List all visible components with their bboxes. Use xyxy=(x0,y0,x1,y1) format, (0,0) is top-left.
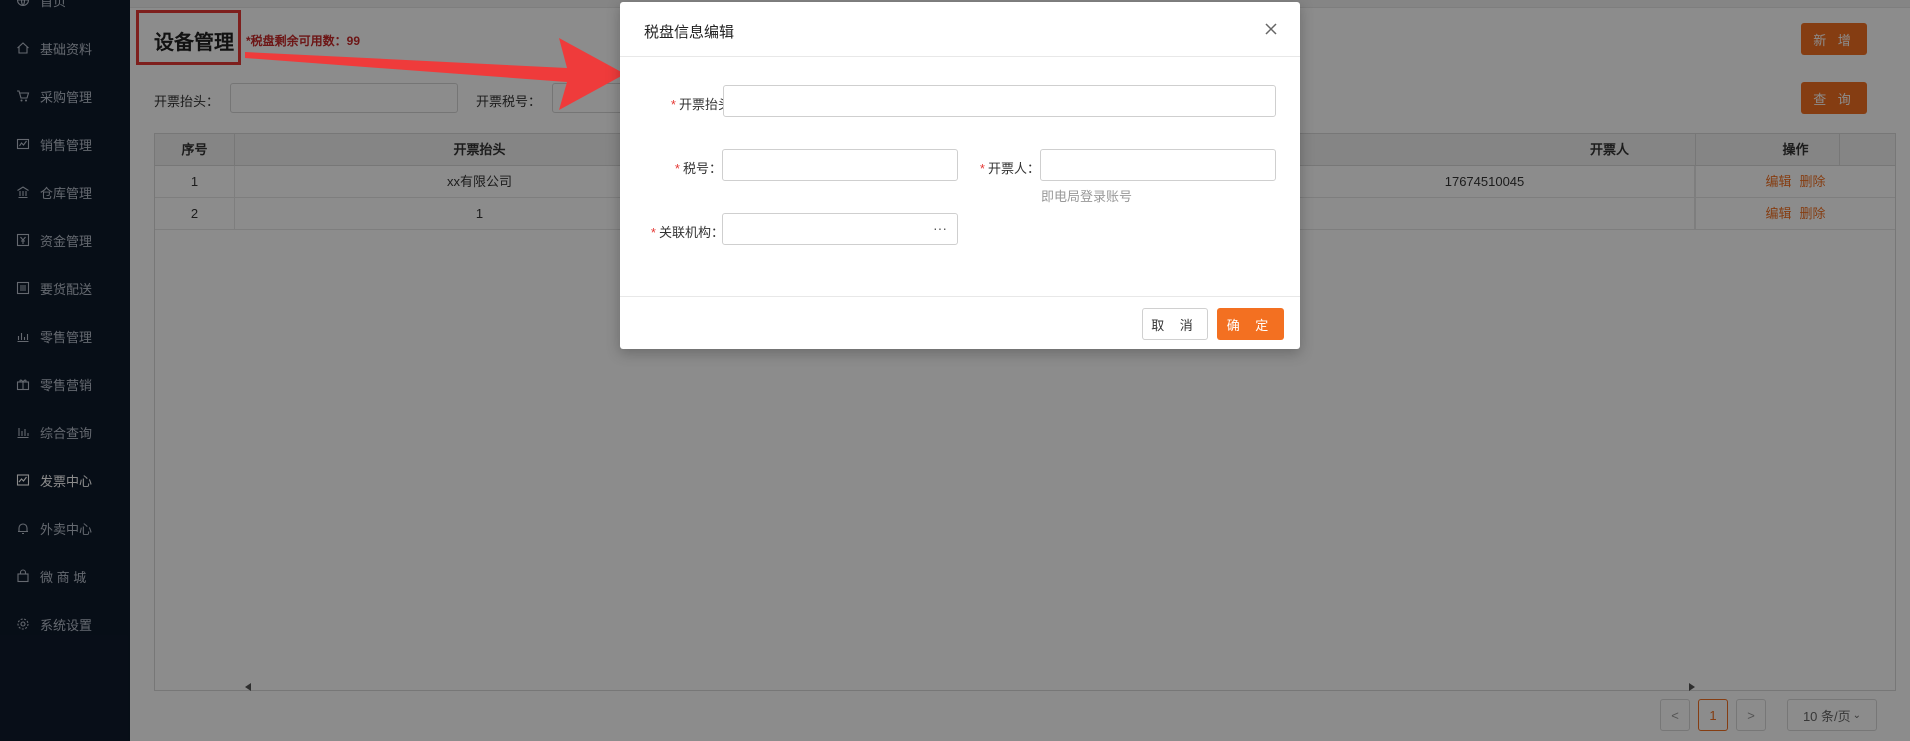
issuer-hint: 即电局登录账号 xyxy=(1041,189,1133,204)
invoice-title-input[interactable] xyxy=(723,85,1276,117)
tax-disk-edit-modal: 税盘信息编辑 * 开票抬头： * 税号： * 开票人： 即电局登录账号 * 关联机构： … xyxy=(620,2,1300,349)
annotation-arrow-icon xyxy=(245,38,625,110)
more-icon[interactable]: ··· xyxy=(933,220,947,236)
modal-header: 税盘信息编辑 xyxy=(620,2,1300,57)
issuer-input[interactable] xyxy=(1040,149,1276,181)
required-mark: * xyxy=(670,97,676,112)
required-mark: * xyxy=(674,161,680,176)
tax-no-label: * 税号： xyxy=(674,161,722,176)
org-select-input[interactable]: ··· xyxy=(722,213,958,245)
required-mark: * xyxy=(979,161,985,176)
required-mark: * xyxy=(650,225,656,240)
tax-no-input[interactable] xyxy=(722,149,958,181)
close-icon[interactable] xyxy=(1263,21,1279,37)
issuer-label: * 开票人： xyxy=(979,161,1040,176)
confirm-button[interactable]: 确 定 xyxy=(1217,308,1284,340)
org-label: * 关联机构： xyxy=(650,225,724,240)
cancel-button[interactable]: 取 消 xyxy=(1142,308,1208,340)
modal-title: 税盘信息编辑 xyxy=(644,24,735,41)
modal-footer: 取 消 确 定 xyxy=(620,296,1300,349)
